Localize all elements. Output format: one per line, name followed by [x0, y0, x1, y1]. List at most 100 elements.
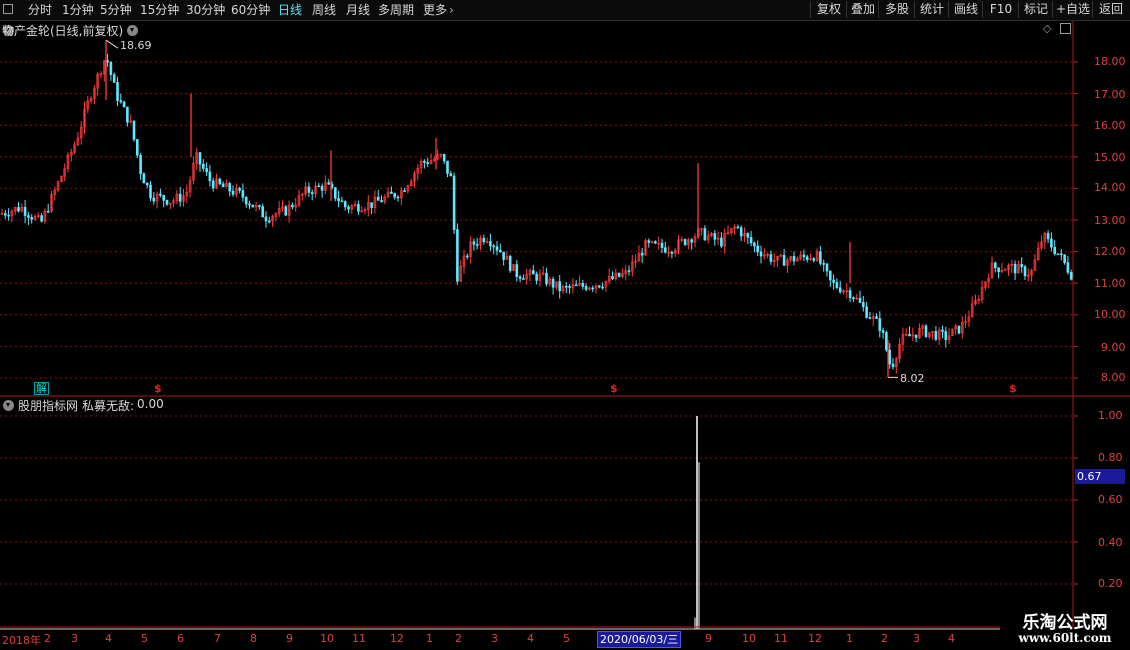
candle-body: [482, 237, 486, 243]
candle-body: [683, 239, 687, 245]
candle-body: [248, 203, 251, 206]
date-axis-label: 11: [774, 632, 788, 645]
candle-body: [914, 334, 918, 338]
date-axis-label: 5: [141, 632, 148, 645]
dollar-marker-icon[interactable]: $: [1009, 382, 1017, 395]
date-axis-label: 4: [105, 632, 112, 645]
dollar-marker-icon[interactable]: $: [610, 382, 618, 395]
candle-body: [891, 363, 895, 368]
candle-body: [40, 215, 43, 222]
candle-body: [231, 190, 235, 195]
y-axis-label: 15.00: [1094, 151, 1126, 164]
candle-body: [337, 198, 340, 202]
candle-body: [380, 200, 383, 203]
date-axis-label: 7: [214, 632, 221, 645]
candle-body: [881, 330, 885, 333]
candle-body: [908, 333, 911, 337]
high-price-label: 18.69: [120, 39, 152, 52]
candle-body: [660, 242, 664, 248]
candle-body: [581, 283, 585, 287]
candle-body: [746, 233, 750, 238]
candle-body: [446, 160, 449, 174]
indicator-y-label: 0.80: [1098, 451, 1123, 464]
candle-body: [825, 263, 829, 272]
date-axis-label: 2018年: [2, 634, 41, 647]
candle-body: [888, 349, 892, 365]
y-axis-label: 17.00: [1094, 88, 1126, 101]
candle-body: [396, 196, 400, 199]
date-axis-label: 3: [491, 632, 498, 645]
panel-toggle-icon[interactable]: [1060, 23, 1071, 34]
y-axis-label: 11.00: [1094, 277, 1126, 290]
candle-body: [178, 193, 182, 202]
candle-body: [333, 187, 337, 199]
candle-body: [531, 270, 535, 275]
candle-body: [159, 193, 162, 196]
candle-body: [812, 258, 816, 261]
candle-body: [558, 281, 562, 292]
candle-body: [119, 100, 123, 103]
watermark-url: www.60lt.com: [1018, 631, 1112, 645]
candle-body: [492, 245, 496, 248]
indicator-options-icon[interactable]: [3, 400, 14, 411]
candle-body: [805, 256, 809, 260]
candle-body: [116, 82, 119, 101]
candle-body: [518, 276, 522, 279]
candle-body: [852, 297, 855, 299]
stock-chart-canvas[interactable]: [0, 0, 1130, 650]
candle-body: [749, 236, 753, 244]
indicator-value: 0.00: [137, 397, 164, 411]
candle-body: [568, 286, 571, 288]
candle-body: [502, 251, 505, 260]
y-axis-label: 12.00: [1094, 245, 1126, 258]
candle-body: [267, 220, 271, 223]
candle-body: [291, 204, 294, 208]
candle-body: [23, 207, 27, 216]
indicator-y-label: 0.60: [1098, 493, 1123, 506]
candle-body: [449, 173, 453, 177]
candle-body: [508, 255, 512, 271]
date-axis-label: 4: [527, 632, 534, 645]
candle-body: [574, 284, 578, 287]
candle-body: [828, 270, 832, 281]
chart-grid: [0, 61, 1078, 585]
candle-body: [713, 233, 717, 240]
high-pointer: [105, 39, 119, 49]
candlestick-series: [0, 39, 1073, 378]
candle-body: [670, 251, 674, 254]
candle-body: [861, 302, 865, 308]
candle-body: [465, 255, 469, 258]
date-axis-label: 2: [881, 632, 888, 645]
candle-body: [545, 272, 548, 285]
candle-body: [753, 242, 756, 247]
unlock-event-badge[interactable]: 解: [34, 382, 49, 395]
candle-body: [106, 60, 109, 63]
candle-body: [924, 325, 928, 337]
dollar-marker-icon[interactable]: $: [154, 382, 162, 395]
diamond-icon[interactable]: ◇: [1043, 22, 1051, 35]
candle-body: [498, 249, 502, 253]
candle-body: [858, 297, 862, 303]
candle-body: [426, 162, 430, 165]
candle-body: [819, 251, 822, 264]
candle-body: [221, 183, 225, 188]
candle-body: [208, 171, 212, 182]
candle-body: [769, 254, 773, 262]
chart-dropdown-icon[interactable]: [127, 25, 138, 36]
candle-body: [423, 160, 426, 163]
candle-body: [1066, 262, 1070, 273]
candle-body: [162, 194, 165, 201]
indicator-name: 私募无敌:: [82, 399, 135, 413]
candle-body: [690, 239, 694, 243]
candle-body: [27, 215, 30, 218]
candle-body: [340, 200, 344, 203]
candle-body: [17, 207, 20, 212]
candle-body: [442, 154, 446, 162]
date-axis-label: 1: [426, 632, 433, 645]
candle-body: [1063, 254, 1066, 263]
candle-body: [584, 286, 588, 290]
candle-body: [30, 217, 34, 220]
candle-body: [241, 190, 245, 198]
date-axis-label: 10: [742, 632, 756, 645]
candle-body: [647, 240, 651, 243]
